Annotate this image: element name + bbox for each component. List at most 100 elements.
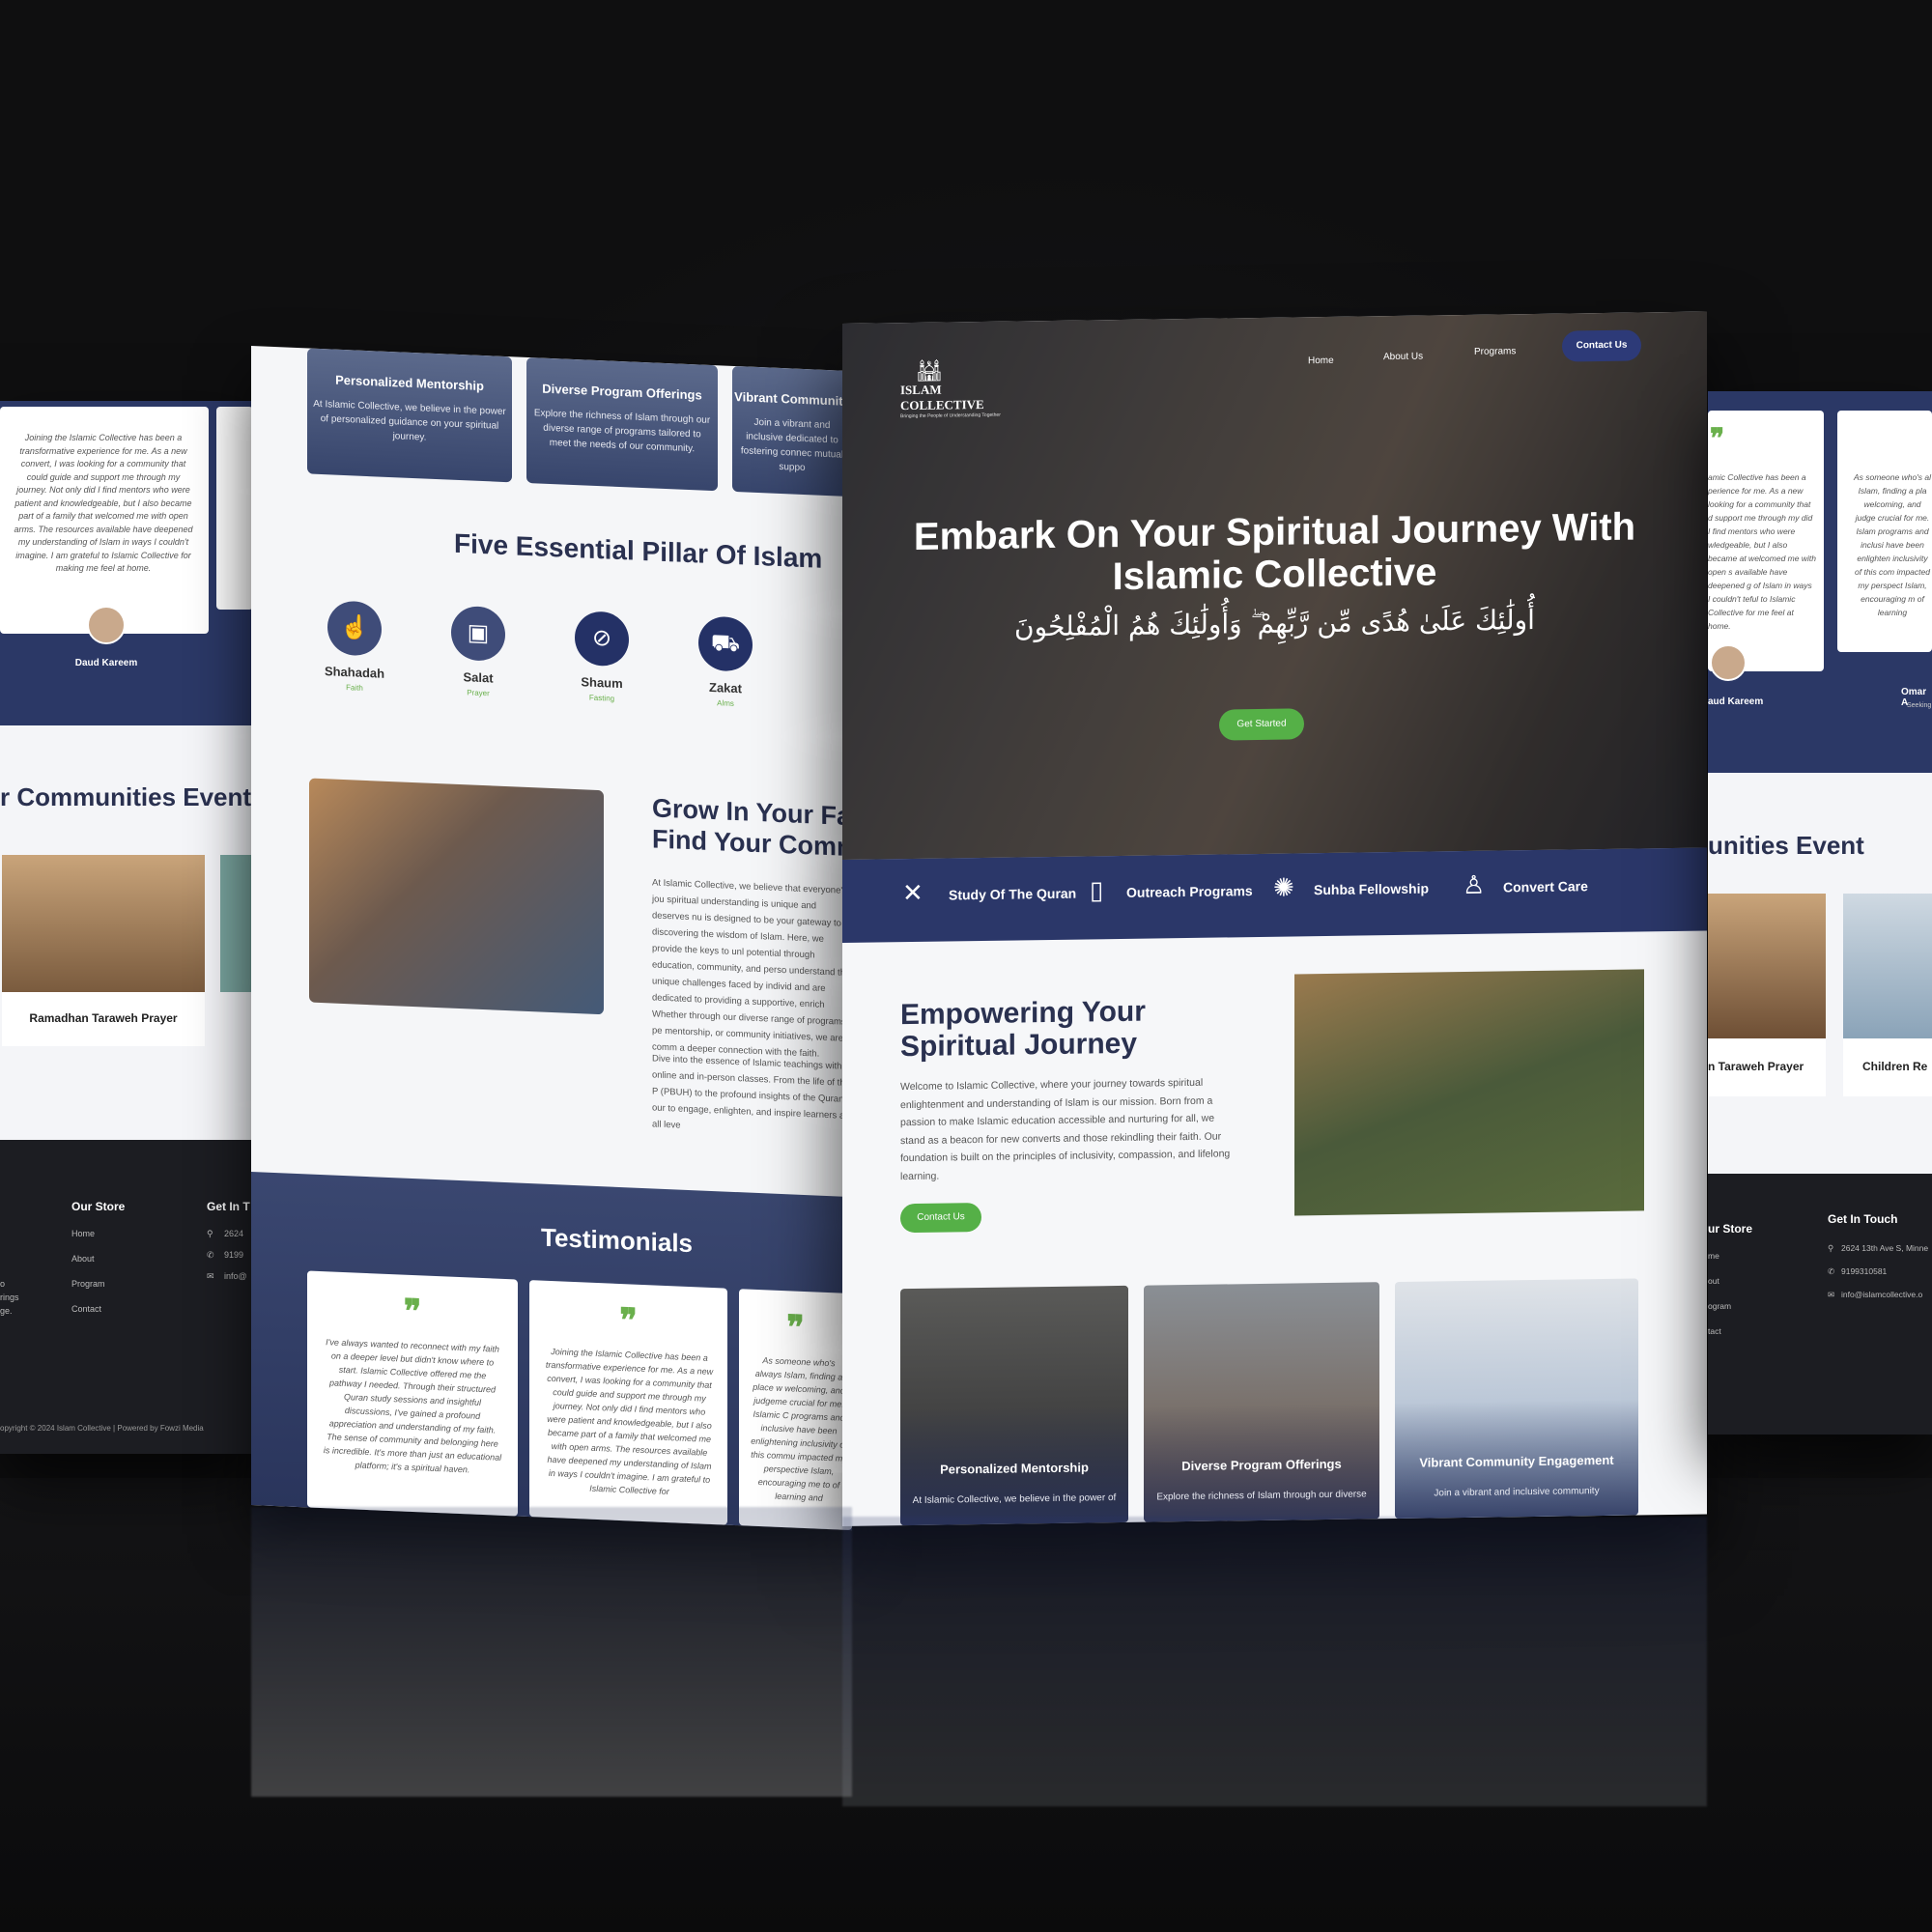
main-page-reflection bbox=[842, 1517, 1707, 1806]
footer-phone: 9199 bbox=[224, 1250, 244, 1260]
footer-email[interactable]: info@ bbox=[224, 1271, 247, 1281]
testimonial-card: ❞ Joining the Islamic Collective has bee… bbox=[529, 1280, 727, 1525]
testimonial-text: I've always wanted to reconnect with my … bbox=[323, 1337, 502, 1475]
community-gathering-photo bbox=[309, 778, 604, 1015]
footer: Our Store Get In T Home About Program Co… bbox=[0, 1140, 253, 1454]
event-caption: n Taraweh Prayer bbox=[1708, 1060, 1804, 1073]
quote-icon: ❞ bbox=[1710, 423, 1725, 453]
nav-about[interactable]: About Us bbox=[1383, 352, 1423, 363]
right-page-mockup: ❞ amic Collective has been a perience fo… bbox=[1708, 391, 1932, 1435]
quote-icon: ❞ bbox=[403, 1293, 422, 1331]
feature-card-desc: Join a vibrant and inclusive dedicated t… bbox=[740, 416, 844, 474]
charity-icon: ⛟ bbox=[698, 615, 753, 672]
event-image[interactable] bbox=[1708, 894, 1826, 1038]
grow-paragraph: Dive into the essence of Islamic teachin… bbox=[652, 1053, 852, 1131]
hero-title: Embark On Your Spiritual Journey With Is… bbox=[913, 505, 1636, 599]
footer-link-home[interactable]: me bbox=[1708, 1251, 1719, 1261]
footer-email[interactable]: info@islamcollective.o bbox=[1841, 1290, 1922, 1299]
footer-phone: 9199310581 bbox=[1841, 1266, 1888, 1276]
pillar-name: Salat bbox=[463, 669, 494, 686]
feature-outreach[interactable]: Outreach Programs bbox=[1126, 883, 1253, 900]
footer-link-contact[interactable]: Contact bbox=[71, 1304, 101, 1314]
pillar-sub: Faith bbox=[346, 683, 363, 693]
testimonials-title: Testimonials bbox=[541, 1222, 694, 1259]
person-icon: ♙ bbox=[1463, 869, 1486, 900]
community-circle-photo bbox=[1294, 969, 1644, 1216]
footer-link-about[interactable]: out bbox=[1708, 1276, 1719, 1286]
empower-title-line: Empowering Your bbox=[900, 995, 1146, 1032]
testimonial-text: Joining the Islamic Collective has been … bbox=[14, 433, 193, 573]
mosque-logo-icon: 🕌︎ bbox=[916, 357, 943, 383]
footer-address: 2624 13th Ave S, Minne bbox=[1841, 1243, 1929, 1253]
testimonial-card: As someone who's al Islam, finding a pla… bbox=[1837, 411, 1932, 652]
left-page-mockup: Joining the Islamic Collective has been … bbox=[0, 401, 253, 1454]
empower-title: Empowering Your Spiritual Journey bbox=[900, 996, 1146, 1064]
contact-button[interactable]: Contact Us bbox=[1562, 329, 1641, 362]
testimonial-card-partial bbox=[216, 407, 253, 610]
pillar-sub: Prayer bbox=[467, 688, 490, 698]
pillar-zakat[interactable]: ⛟ Zakat Alms bbox=[672, 614, 779, 710]
middle-page-reflection bbox=[251, 1507, 852, 1797]
feature-card-community[interactable]: Vibrant Community Join a vibrant and inc… bbox=[732, 365, 852, 497]
quote-icon: ❞ bbox=[786, 1309, 805, 1348]
feature-card-mentorship[interactable]: Personalized Mentorship At Islamic Colle… bbox=[307, 348, 512, 483]
logo[interactable]: 🕌︎ ISLAM COLLECTIVE Bringing the People … bbox=[900, 357, 1016, 420]
pillar-name: Shahadah bbox=[324, 664, 385, 681]
footer-partial-text: ge. bbox=[0, 1306, 13, 1316]
card-vibrant-community[interactable]: Vibrant Community Engagement Join a vibr… bbox=[1395, 1278, 1638, 1520]
empower-text: Welcome to Islamic Collective, where you… bbox=[900, 1076, 1231, 1182]
footer-link-program[interactable]: Program bbox=[71, 1279, 105, 1289]
feature-card-programs[interactable]: Diverse Program Offerings Explore the ri… bbox=[526, 356, 718, 492]
event-caption: Ramadhan Taraweh Prayer bbox=[29, 1011, 178, 1025]
avatar bbox=[1710, 644, 1747, 681]
event-caption-card[interactable]: n Taraweh Prayer bbox=[1708, 1038, 1826, 1096]
footer-link-contact[interactable]: tact bbox=[1708, 1326, 1721, 1336]
features-strip: ✕ Study Of The Quran ▯ Outreach Programs… bbox=[842, 847, 1707, 943]
copyright: opyright © 2024 Islam Collective | Power… bbox=[0, 1424, 204, 1433]
testimonial-card: ❞ I've always wanted to reconnect with m… bbox=[307, 1270, 518, 1517]
testimonial-text: Joining the Islamic Collective has been … bbox=[545, 1347, 714, 1497]
feature-suhba[interactable]: Suhba Fellowship bbox=[1314, 881, 1429, 898]
feature-card-desc: At Islamic Collective, we believe in the… bbox=[313, 398, 506, 443]
avatar bbox=[87, 606, 126, 644]
footer-touch-heading: Get In Touch bbox=[1828, 1212, 1898, 1226]
pillar-shaum[interactable]: ⊘ Shaum Fasting bbox=[549, 610, 655, 705]
event-caption: Children Re bbox=[1862, 1060, 1928, 1073]
testimonial-card: ❞ As someone who's always Islam, finding… bbox=[739, 1289, 852, 1531]
pillar-sub: Fasting bbox=[588, 693, 615, 703]
card-diverse-programs[interactable]: Diverse Program Offerings Explore the ri… bbox=[1144, 1282, 1379, 1522]
star-pattern-icon: ✺ bbox=[1273, 872, 1294, 902]
feature-convert-care[interactable]: Convert Care bbox=[1503, 878, 1588, 895]
get-started-button[interactable]: Get Started bbox=[1219, 708, 1304, 741]
event-caption-card[interactable]: Ramadhan Taraweh Prayer bbox=[2, 992, 205, 1046]
footer-link-program[interactable]: ogram bbox=[1708, 1301, 1731, 1311]
empower-contact-button[interactable]: Contact Us bbox=[900, 1202, 981, 1234]
footer: ur Store Get In Touch me out ogram tact … bbox=[1708, 1174, 1932, 1435]
pillar-shahadah[interactable]: ☝ Shahadah Faith bbox=[301, 599, 408, 695]
testimonial-name: aud Kareem bbox=[1708, 696, 1764, 707]
pillar-salat[interactable]: ▣ Salat Prayer bbox=[425, 605, 531, 700]
testimonial-text: As someone who's always Islam, finding a… bbox=[751, 1355, 847, 1503]
pillar-name: Shaum bbox=[581, 674, 623, 692]
event-image-partial[interactable] bbox=[220, 855, 253, 992]
nav-programs[interactable]: Programs bbox=[1474, 346, 1516, 357]
testimonial-name: Daud Kareem bbox=[74, 658, 138, 668]
card-personalized-mentorship[interactable]: Personalized Mentorship At Islamic Colle… bbox=[900, 1285, 1128, 1526]
event-image[interactable] bbox=[1843, 894, 1932, 1038]
events-title: unities Event bbox=[1708, 831, 1864, 860]
middle-page-mockup: Personalized Mentorship At Islamic Colle… bbox=[251, 346, 852, 1531]
footer-store-heading: Our Store bbox=[71, 1200, 126, 1213]
nav-home[interactable]: Home bbox=[1308, 355, 1334, 366]
footer-link-home[interactable]: Home bbox=[71, 1229, 95, 1238]
event-caption-card[interactable]: Children Re bbox=[1843, 1038, 1932, 1096]
feature-card-title: Diverse Program Offerings bbox=[542, 381, 702, 403]
pillar-sub: Alms bbox=[717, 698, 734, 708]
feature-card-desc: Explore the richness of Islam through ou… bbox=[533, 408, 711, 455]
door-icon: ▯ bbox=[1090, 875, 1104, 905]
book-icon: ✕ bbox=[902, 877, 923, 908]
feature-quran[interactable]: Study Of The Quran bbox=[949, 886, 1076, 903]
event-image[interactable] bbox=[2, 855, 205, 992]
hero-section: 🕌︎ ISLAM COLLECTIVE Bringing the People … bbox=[842, 311, 1707, 860]
pillars-title: Five Essential Pillar Of Islam bbox=[454, 527, 823, 574]
footer-link-about[interactable]: About bbox=[71, 1254, 95, 1264]
